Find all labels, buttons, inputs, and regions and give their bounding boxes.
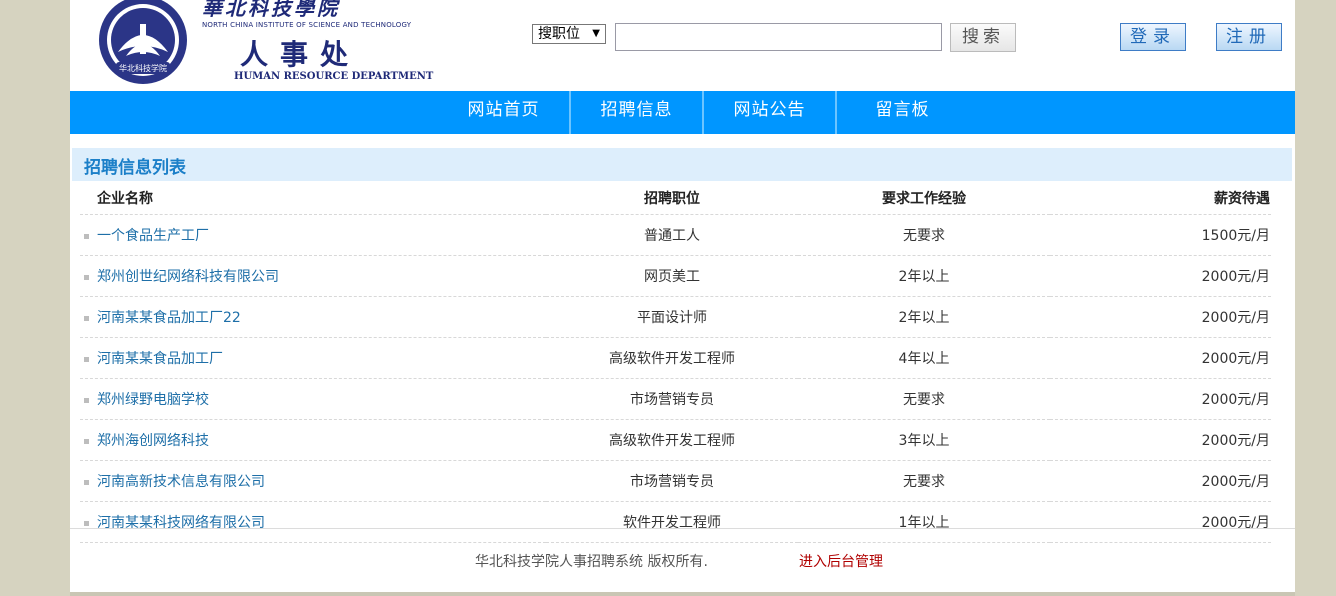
position-cell: 市场营销专员 — [546, 460, 798, 502]
table-row: 河南高新技术信息有限公司 市场营销专员 无要求 2000元/月 — [80, 460, 1271, 502]
table-row: 郑州绿野电脑学校 市场营销专员 无要求 2000元/月 — [80, 378, 1271, 420]
position-cell: 市场营销专员 — [546, 378, 798, 420]
copyright-text: 华北科技学院人事招聘系统 版权所有. — [475, 554, 708, 570]
bullet-icon — [84, 274, 89, 280]
salary-cell: 2000元/月 — [1050, 460, 1271, 502]
company-link[interactable]: 郑州绿野电脑学校 — [97, 392, 209, 408]
position-cell: 高级软件开发工程师 — [546, 337, 798, 379]
brand-name-en: NORTH CHINA INSTITUTE OF SCIENCE AND TEC… — [202, 21, 412, 29]
main-nav: 网站首页 招聘信息 网站公告 留言板 — [70, 91, 1295, 134]
company-link[interactable]: 河南某某食品加工厂 — [97, 351, 223, 367]
school-logo-icon: 华北科技学院 — [99, 0, 187, 84]
table-row: 郑州创世纪网络科技有限公司 网页美工 2年以上 2000元/月 — [80, 255, 1271, 297]
experience-cell: 4年以上 — [798, 337, 1050, 379]
column-header-company: 企业名称 — [80, 181, 546, 215]
register-button[interactable]: 注册 — [1216, 23, 1282, 51]
salary-cell: 2000元/月 — [1050, 419, 1271, 461]
search-button[interactable]: 搜索 — [950, 23, 1016, 52]
position-cell: 普通工人 — [546, 214, 798, 256]
position-cell: 高级软件开发工程师 — [546, 419, 798, 461]
table-row: 河南某某科技网络有限公司 软件开发工程师 1年以上 2000元/月 — [80, 501, 1271, 543]
department-name-cn: 人事处 — [240, 38, 361, 71]
salary-cell: 2000元/月 — [1050, 337, 1271, 379]
chevron-down-icon: ▼ — [592, 28, 600, 39]
experience-cell: 1年以上 — [798, 501, 1050, 543]
experience-cell: 无要求 — [798, 460, 1050, 502]
experience-cell: 2年以上 — [798, 296, 1050, 338]
page: 华北科技学院 華北科技學院 NORTH CHINA INSTITUTE OF S… — [70, 0, 1295, 596]
position-cell: 软件开发工程师 — [546, 501, 798, 543]
bullet-icon — [84, 397, 89, 403]
search-type-selected: 搜职位 — [538, 26, 580, 42]
list-title-bar: 招聘信息列表 — [72, 148, 1292, 181]
bullet-icon — [84, 233, 89, 239]
search-input[interactable] — [615, 23, 942, 51]
login-button[interactable]: 登录 — [1120, 23, 1186, 51]
footer: 华北科技学院人事招聘系统 版权所有. 进入后台管理 — [70, 551, 1295, 573]
nav-item-message-board[interactable]: 留言板 — [837, 91, 968, 134]
salary-cell: 2000元/月 — [1050, 255, 1271, 297]
table-row: 郑州海创网络科技 高级软件开发工程师 3年以上 2000元/月 — [80, 419, 1271, 461]
table-row: 一个食品生产工厂 普通工人 无要求 1500元/月 — [80, 214, 1271, 256]
table-row: 河南某某食品加工厂22 平面设计师 2年以上 2000元/月 — [80, 296, 1271, 338]
column-header-salary: 薪资待遇 — [1050, 181, 1271, 215]
search-type-select[interactable]: 搜职位 ▼ — [532, 24, 606, 44]
bullet-icon — [84, 315, 89, 321]
column-header-experience: 要求工作经验 — [798, 181, 1050, 215]
company-link[interactable]: 郑州创世纪网络科技有限公司 — [97, 269, 279, 285]
header: 华北科技学院 華北科技學院 NORTH CHINA INSTITUTE OF S… — [70, 0, 1295, 91]
table-row: 河南某某食品加工厂 高级软件开发工程师 4年以上 2000元/月 — [80, 337, 1271, 379]
bullet-icon — [84, 438, 89, 444]
company-link[interactable]: 郑州海创网络科技 — [97, 433, 209, 449]
salary-cell: 1500元/月 — [1050, 214, 1271, 256]
experience-cell: 2年以上 — [798, 255, 1050, 297]
experience-cell: 无要求 — [798, 214, 1050, 256]
salary-cell: 2000元/月 — [1050, 296, 1271, 338]
nav-item-jobs[interactable]: 招聘信息 — [571, 91, 702, 134]
brand-name-cn: 華北科技學院 — [202, 0, 340, 20]
department-name-en: HUMAN RESOURCE DEPARTMENT — [234, 71, 434, 82]
bottom-band — [70, 592, 1295, 596]
position-cell: 平面设计师 — [546, 296, 798, 338]
position-cell: 网页美工 — [546, 255, 798, 297]
company-link[interactable]: 一个食品生产工厂 — [97, 228, 209, 244]
table-header-row: 企业名称 招聘职位 要求工作经验 薪资待遇 — [80, 181, 1271, 215]
company-link[interactable]: 河南高新技术信息有限公司 — [97, 474, 265, 490]
jobs-table: 企业名称 招聘职位 要求工作经验 薪资待遇 一个食品生产工厂 普通工人 无要求 … — [80, 181, 1271, 543]
nav-item-home[interactable]: 网站首页 — [438, 91, 569, 134]
bullet-icon — [84, 520, 89, 526]
salary-cell: 2000元/月 — [1050, 378, 1271, 420]
nav-item-announcements[interactable]: 网站公告 — [704, 91, 835, 134]
company-link[interactable]: 河南某某食品加工厂22 — [97, 310, 241, 326]
column-header-position: 招聘职位 — [546, 181, 798, 215]
footer-divider — [70, 528, 1295, 529]
experience-cell: 无要求 — [798, 378, 1050, 420]
bullet-icon — [84, 479, 89, 485]
admin-login-link[interactable]: 进入后台管理 — [799, 551, 883, 571]
bullet-icon — [84, 356, 89, 362]
salary-cell: 2000元/月 — [1050, 501, 1271, 543]
list-title: 招聘信息列表 — [84, 158, 186, 178]
logo-text: 华北科技学院 — [119, 63, 167, 73]
experience-cell: 3年以上 — [798, 419, 1050, 461]
